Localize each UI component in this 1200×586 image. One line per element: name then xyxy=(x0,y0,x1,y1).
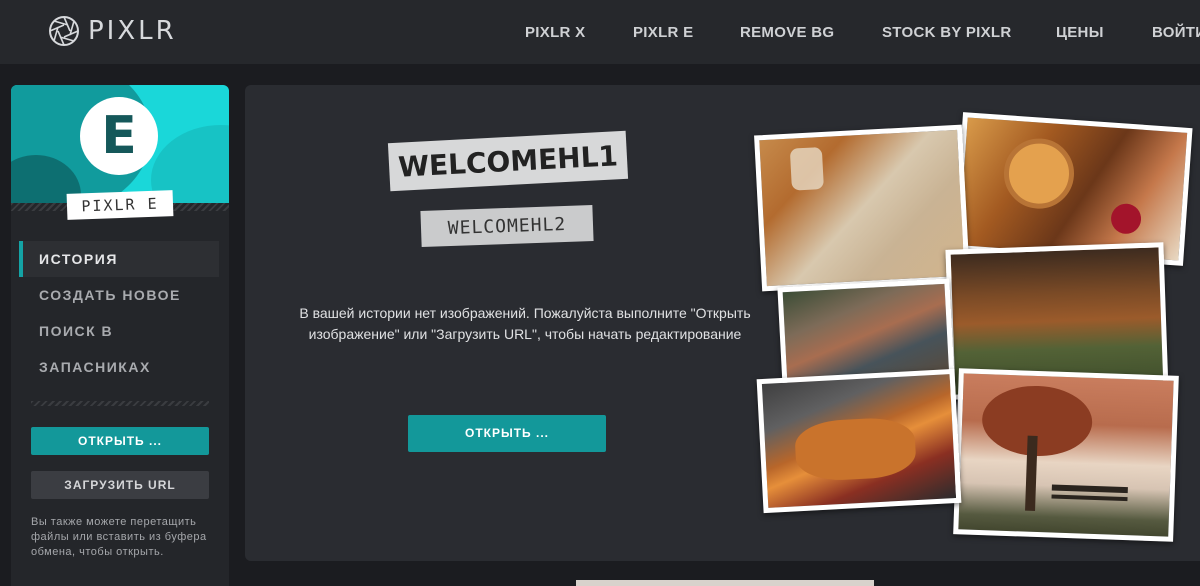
sidebar-item-stock-search-cont[interactable]: ЗАПАСНИКАХ xyxy=(19,349,219,385)
sample-photo-oven xyxy=(756,368,962,514)
open-image-button-main[interactable]: ОТКРЫТЬ ... xyxy=(408,415,606,452)
jar-shape xyxy=(789,147,824,191)
open-image-button[interactable]: ОТКРЫТЬ ... xyxy=(31,427,209,455)
welcome-tag-1: WELCOMEHL1 xyxy=(387,130,629,192)
app-icon: E xyxy=(80,97,158,175)
logo-text: PIXLR xyxy=(88,16,177,46)
divider xyxy=(31,401,209,406)
drag-drop-hint: Вы также можете перетащить файлы или вст… xyxy=(31,516,207,558)
turkey-shape xyxy=(793,416,917,483)
app-header-graphic: E xyxy=(11,85,229,203)
empty-history-message: В вашей истории нет изображений. Пожалуй… xyxy=(299,305,751,342)
pie-shape xyxy=(1001,136,1077,211)
tree-trunk-shape xyxy=(1025,435,1038,511)
nav-login[interactable]: ВОЙТИ xyxy=(1152,24,1200,41)
bottom-thumbnail-edge xyxy=(576,580,874,586)
pixlr-logo[interactable]: PIXLR xyxy=(48,14,177,48)
welcome-tag-2: WELCOMEHL2 xyxy=(420,205,594,247)
wine-shape xyxy=(1110,202,1143,235)
bench-shape xyxy=(1051,494,1128,502)
sidebar-item-stock-search[interactable]: ПОИСК В xyxy=(19,313,219,349)
bench-shape xyxy=(1051,484,1128,494)
nav-stock[interactable]: STOCK BY PIXLR xyxy=(882,24,1012,41)
load-url-button[interactable]: ЗАГРУЗИТЬ URL xyxy=(31,471,209,499)
nav-remove-bg[interactable]: REMOVE BG xyxy=(740,24,834,41)
app-icon-letter: E xyxy=(101,106,137,166)
sidebar-item-history[interactable]: ИСТОРИЯ xyxy=(19,241,219,277)
nav-prices[interactable]: ЦЕНЫ xyxy=(1056,24,1104,41)
sample-photo-leaves xyxy=(754,124,970,292)
sidebar-item-create-new[interactable]: СОЗДАТЬ НОВОЕ xyxy=(19,277,219,313)
nav-pixlr-x[interactable]: PIXLR X xyxy=(525,24,585,41)
app-name-badge: PIXLR E xyxy=(66,190,174,220)
sample-photo-tree-bench xyxy=(953,368,1179,542)
top-navigation-bar: PIXLR PIXLR X PIXLR E REMOVE BG STOCK BY… xyxy=(0,0,1200,64)
nav-pixlr-e[interactable]: PIXLR E xyxy=(633,24,693,41)
sidebar-menu: ИСТОРИЯ СОЗДАТЬ НОВОЕ ПОИСК В ЗАПАСНИКАХ xyxy=(19,241,219,385)
sidebar: E PIXLR E ИСТОРИЯ СОЗДАТЬ НОВОЕ ПОИСК В … xyxy=(11,85,229,586)
aperture-icon xyxy=(49,16,79,46)
